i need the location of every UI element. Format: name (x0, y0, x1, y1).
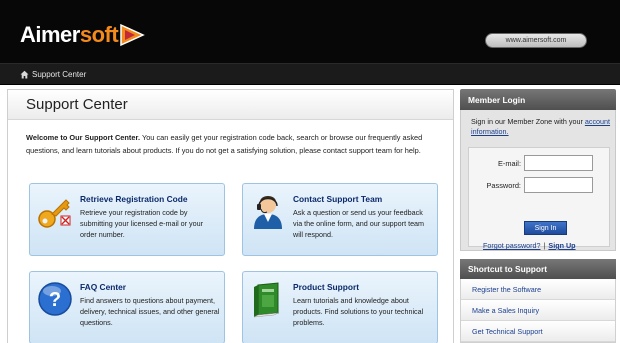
card-product-support[interactable]: Product Support Learn tutorials and know… (242, 271, 438, 343)
intro-text: Welcome to Our Support Center. You can e… (26, 131, 446, 157)
shortcut-register-software[interactable]: Register the Software (461, 279, 615, 300)
shortcut-sales-inquiry[interactable]: Make a Sales Inquiry (461, 300, 615, 321)
key-icon (36, 192, 74, 230)
logo-text-aimer: Aimer (20, 22, 80, 47)
aimersoft-logo[interactable]: Aimersoft (20, 22, 145, 48)
login-instructions: Sign in our Member Zone with your accoun… (471, 117, 611, 137)
sign-in-button[interactable]: Sign In (524, 221, 567, 235)
email-field[interactable] (524, 155, 593, 171)
link-separator: | (543, 241, 546, 250)
logo-text-soft: soft (79, 22, 119, 47)
card-faq-center[interactable]: ? FAQ Center Find answers to questions a… (29, 271, 225, 343)
card-description: Retrieve your registration code by submi… (80, 208, 204, 239)
breadcrumb-current[interactable]: Support Center (32, 70, 86, 79)
site-header: Aimersoft www.aimersoft.com (0, 0, 620, 63)
logo-play-icon (120, 23, 145, 47)
login-text: Sign in our Member Zone with your (471, 117, 585, 126)
password-label: Password: (486, 181, 521, 190)
email-label: E-mail: (498, 159, 521, 168)
card-description: Find answers to questions about payment,… (80, 296, 220, 327)
svg-text:?: ? (49, 289, 61, 311)
password-field[interactable] (524, 177, 593, 193)
forgot-password-link[interactable]: Forgot password? (483, 241, 541, 250)
card-retrieve-registration[interactable]: Retrieve Registration Code Retrieve your… (29, 183, 225, 256)
breadcrumb: Support Center (0, 63, 620, 85)
member-login-panel: Sign in our Member Zone with your accoun… (460, 110, 616, 251)
card-title[interactable]: FAQ Center (80, 282, 126, 292)
website-link-button[interactable]: www.aimersoft.com (485, 33, 587, 48)
page-title: Support Center (26, 96, 128, 113)
question-icon: ? (36, 280, 74, 318)
shortcut-heading: Shortcut to Support (460, 259, 616, 279)
intro-bold: Welcome to Our Support Center. (26, 133, 141, 142)
card-description: Learn tutorials and knowledge about prod… (293, 296, 424, 327)
member-login-heading: Member Login (460, 89, 616, 110)
login-form: E-mail: Password: Sign In (468, 147, 610, 247)
card-title[interactable]: Retrieve Registration Code (80, 194, 188, 204)
shortcut-list: Register the Software Make a Sales Inqui… (460, 279, 616, 343)
card-title[interactable]: Product Support (293, 282, 359, 292)
sidebar: Member Login Sign in our Member Zone wit… (460, 89, 616, 343)
book-icon (249, 280, 287, 318)
card-title[interactable]: Contact Support Team (293, 194, 382, 204)
support-agent-icon (249, 192, 287, 230)
login-links: Forgot password? | Sign Up (483, 241, 576, 250)
home-icon[interactable] (20, 70, 29, 79)
sign-up-link[interactable]: Sign Up (548, 241, 575, 250)
main-panel: Support Center Welcome to Our Support Ce… (7, 89, 454, 343)
shortcut-technical-support[interactable]: Get Technical Support (461, 321, 615, 342)
card-description: Ask a question or send us your feedback … (293, 208, 425, 239)
card-contact-support[interactable]: Contact Support Team Ask a question or s… (242, 183, 438, 256)
main-header: Support Center (8, 90, 453, 120)
